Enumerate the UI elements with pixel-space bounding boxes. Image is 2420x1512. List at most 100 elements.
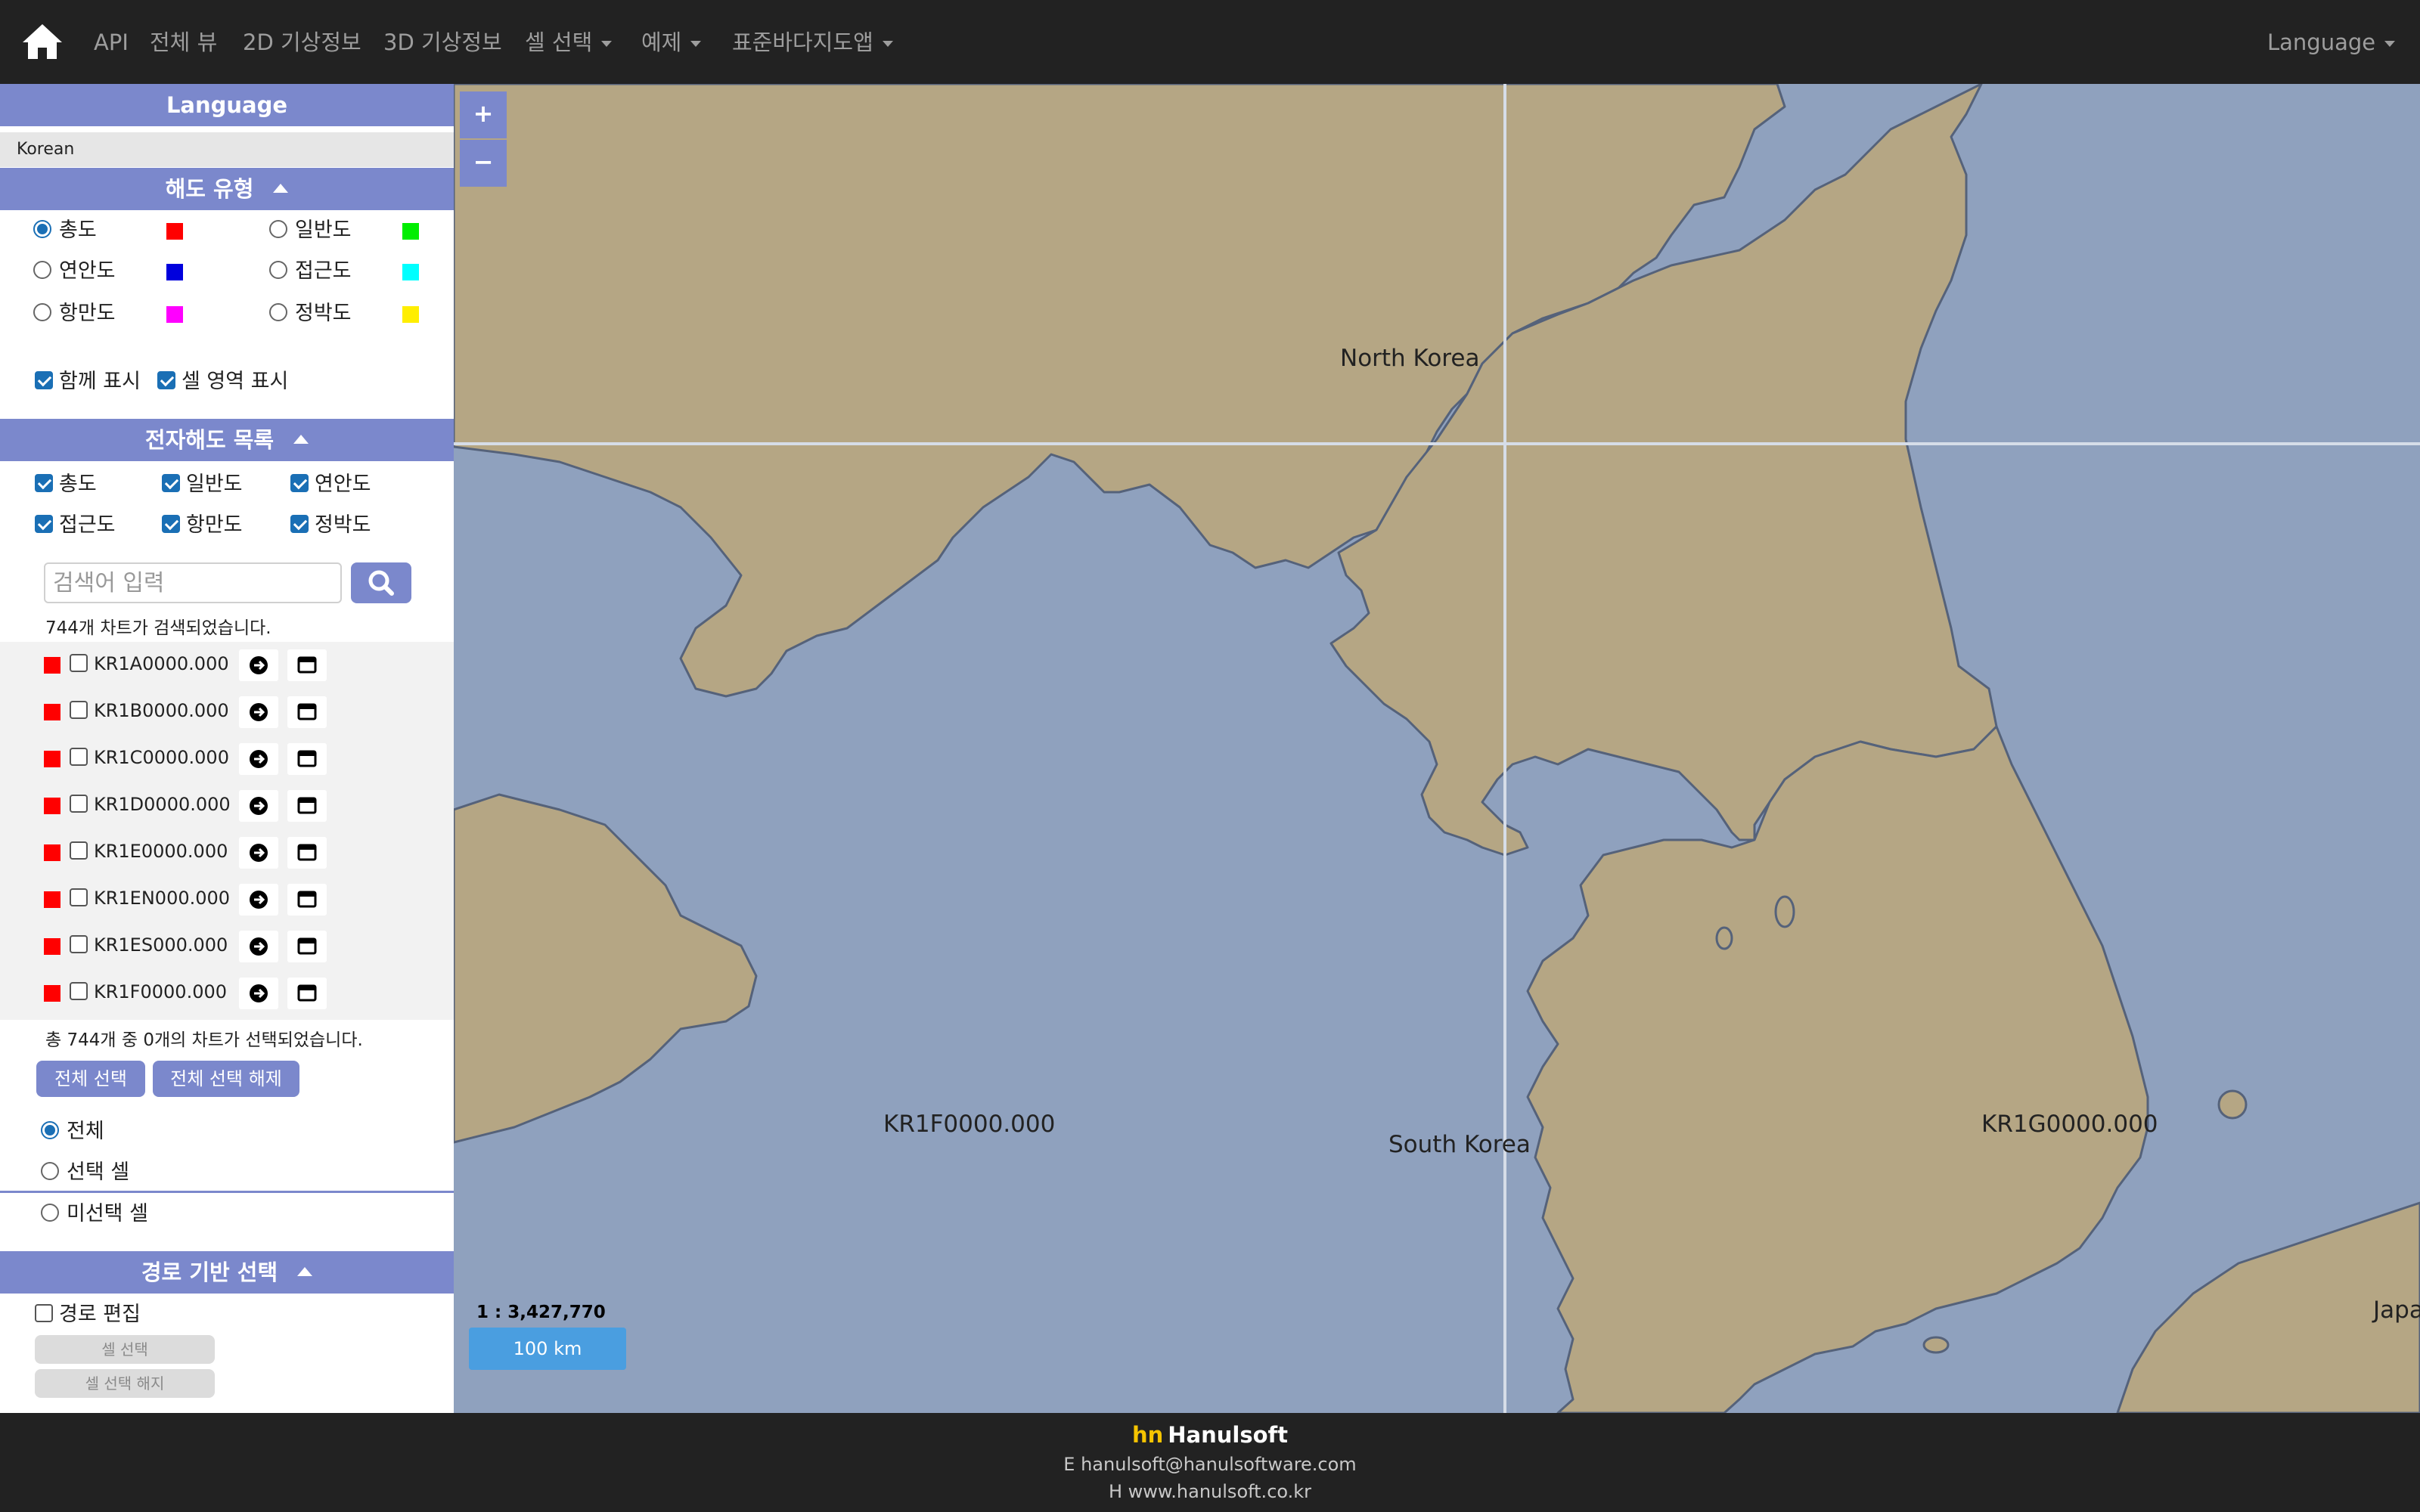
nav-2d-weather-label: 2D 기상정보 [243, 29, 361, 55]
nav-full-view[interactable]: 전체 뷰 [150, 26, 217, 59]
open-chart-window-button[interactable] [287, 931, 327, 962]
chart-type-radio-overview[interactable]: 총도 [33, 217, 97, 244]
go-to-chart-button[interactable] [239, 931, 278, 962]
nav-examples-label: 예제 [641, 29, 682, 55]
chart-name: KR1EN000.000 [94, 888, 231, 909]
chart-type-radio-harbour[interactable]: 항만도 [33, 300, 116, 327]
list-item[interactable]: KR1D0000.000 [0, 782, 454, 829]
go-to-chart-button[interactable] [239, 884, 278, 916]
chart-checkbox[interactable] [70, 888, 88, 906]
list-item[interactable]: KR1C0000.000 [0, 736, 454, 782]
footer-brand-name: Hanulsoft [1168, 1422, 1289, 1448]
caret-down-icon [2384, 41, 2396, 47]
chart-checkbox[interactable] [70, 748, 88, 766]
footer-brand: hn Hanulsoft [0, 1422, 2420, 1448]
view-unselected-radio[interactable]: 미선택 셀 [41, 1201, 148, 1228]
window-icon [297, 937, 317, 955]
nav-cell-select[interactable]: 셀 선택 [525, 26, 613, 59]
chart-checkbox[interactable] [70, 982, 88, 1000]
chart-type-radio-coastal[interactable]: 연안도 [33, 258, 116, 285]
arrow-right-circle-icon [250, 703, 268, 721]
window-icon [297, 891, 317, 908]
nav-full-view-label: 전체 뷰 [150, 29, 218, 55]
map-canvas[interactable] [454, 84, 2420, 1413]
nav-2d-weather[interactable]: 2D 기상정보 [243, 26, 361, 59]
caret-down-icon [882, 41, 893, 47]
filter-label: 연안도 [315, 472, 371, 496]
open-chart-window-button[interactable] [287, 884, 327, 916]
filter-approach-checkbox[interactable]: 접근도 [35, 512, 116, 539]
nav-language[interactable]: Language [2267, 26, 2396, 59]
nav-examples[interactable]: 예제 [641, 26, 702, 59]
go-to-chart-button[interactable] [239, 790, 278, 822]
language-select[interactable]: Korean [0, 132, 454, 167]
show-cell-area-checkbox[interactable]: 셀 영역 표시 [157, 368, 288, 395]
chart-list[interactable]: KR1A0000.000 KR1B0000.000 KR1C0000.000 K… [0, 642, 454, 1020]
open-chart-window-button[interactable] [287, 696, 327, 728]
filter-berthing-checkbox[interactable]: 정박도 [290, 512, 371, 539]
view-selected-radio[interactable]: 선택 셀 [41, 1159, 129, 1186]
chart-type-header[interactable]: 해도 유형 [0, 168, 454, 210]
chart-checkbox[interactable] [70, 795, 88, 813]
list-item[interactable]: KR1ES000.000 [0, 923, 454, 970]
nav-3d-weather[interactable]: 3D 기상정보 [383, 26, 502, 59]
chart-type-radio-berthing[interactable]: 정박도 [269, 300, 352, 327]
radio-icon [41, 1161, 59, 1180]
open-chart-window-button[interactable] [287, 790, 327, 822]
chart-checkbox[interactable] [70, 841, 88, 860]
chart-checkbox[interactable] [70, 935, 88, 953]
list-item[interactable]: KR1A0000.000 [0, 642, 454, 689]
nav-standard-sea-map-app[interactable]: 표준바다지도앱 [732, 26, 893, 59]
route-header[interactable]: 경로 기반 선택 [0, 1251, 454, 1294]
chart-name: KR1A0000.000 [94, 653, 229, 674]
open-chart-window-button[interactable] [287, 649, 327, 681]
show-together-checkbox[interactable]: 함께 표시 [35, 368, 141, 395]
checkbox-icon [290, 473, 309, 492]
go-to-chart-button[interactable] [239, 978, 278, 1009]
deselect-all-button[interactable]: 전체 선택 해제 [153, 1061, 299, 1097]
chart-type-radio-general[interactable]: 일반도 [269, 217, 352, 244]
chart-checkbox[interactable] [70, 701, 88, 719]
search-input[interactable] [44, 562, 342, 603]
chart-color-swatch [44, 751, 60, 767]
go-to-chart-button[interactable] [239, 696, 278, 728]
list-item[interactable]: KR1F0000.000 [0, 970, 454, 1017]
go-to-chart-button[interactable] [239, 743, 278, 775]
home-icon[interactable] [21, 23, 64, 60]
filter-coastal-checkbox[interactable]: 연안도 [290, 471, 371, 498]
list-item[interactable]: KR1E0000.000 [0, 829, 454, 876]
filter-general-checkbox[interactable]: 일반도 [162, 471, 243, 498]
open-chart-window-button[interactable] [287, 978, 327, 1009]
map-view[interactable]: + − North Korea South Korea KR1F0000.000… [454, 84, 2420, 1413]
hanulsoft-logo-icon: hn [1131, 1422, 1164, 1448]
route-edit-checkbox[interactable]: 경로 편집 [35, 1301, 141, 1328]
filter-harbour-checkbox[interactable]: 항만도 [162, 512, 243, 539]
chart-name: KR1B0000.000 [94, 700, 229, 721]
open-chart-window-button[interactable] [287, 837, 327, 869]
select-all-button[interactable]: 전체 선택 [36, 1061, 145, 1097]
route-cell-deselect-button[interactable]: 셀 선택 해지 [35, 1369, 215, 1398]
chart-checkbox[interactable] [70, 654, 88, 672]
nav-api[interactable]: API [94, 26, 129, 59]
chart-type-radio-approach[interactable]: 접근도 [269, 258, 352, 285]
filter-overview-checkbox[interactable]: 총도 [35, 471, 97, 498]
open-chart-window-button[interactable] [287, 743, 327, 775]
radio-icon [269, 302, 287, 321]
go-to-chart-button[interactable] [239, 837, 278, 869]
language-header[interactable]: Language [0, 84, 454, 126]
list-item[interactable]: KR1B0000.000 [0, 689, 454, 736]
island [1774, 895, 1795, 928]
caret-up-icon [297, 1267, 313, 1276]
zoom-out-button[interactable]: − [460, 140, 507, 187]
map-label-cell-kr1f: KR1F0000.000 [883, 1111, 1056, 1138]
zoom-in-button[interactable]: + [460, 91, 507, 138]
list-item[interactable]: KR1EN000.000 [0, 876, 454, 923]
show-together-label: 함께 표시 [59, 370, 141, 393]
filter-label: 일반도 [186, 472, 243, 496]
go-to-chart-button[interactable] [239, 649, 278, 681]
window-icon [297, 750, 317, 767]
enc-list-header[interactable]: 전자해도 목록 [0, 419, 454, 461]
route-cell-select-button[interactable]: 셀 선택 [35, 1335, 215, 1364]
search-button[interactable] [351, 562, 411, 603]
view-all-radio[interactable]: 전체 [41, 1118, 104, 1145]
